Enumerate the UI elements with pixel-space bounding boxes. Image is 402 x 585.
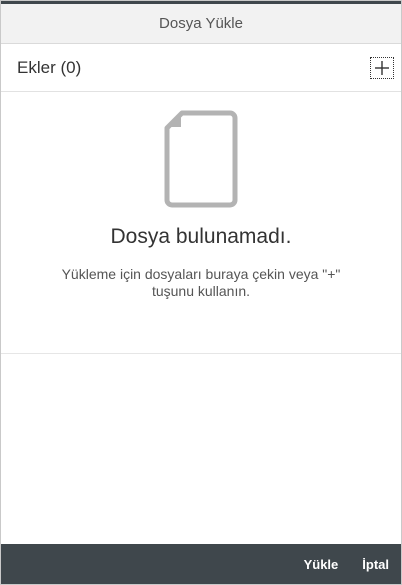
upload-dialog: Dosya Yükle Ekler (0) Dosya bulunamadı. … xyxy=(0,0,402,585)
attachments-heading: Ekler (0) xyxy=(17,57,82,77)
empty-state-title: Dosya bulunamadı. xyxy=(110,225,292,248)
dialog-title: Dosya Yükle xyxy=(159,15,243,32)
dialog-header: Dosya Yükle xyxy=(1,4,401,44)
cancel-button[interactable]: İptal xyxy=(362,557,389,572)
add-attachment-button[interactable] xyxy=(370,56,394,79)
attachments-toolbar: Ekler (0) xyxy=(1,44,401,92)
document-icon xyxy=(164,110,238,208)
empty-state-description: Yükleme için dosyaları buraya çekin veya… xyxy=(61,266,341,299)
drop-zone[interactable]: Dosya bulunamadı. Yükleme için dosyaları… xyxy=(1,93,401,354)
plus-icon xyxy=(375,60,389,75)
upload-button[interactable]: Yükle xyxy=(304,557,339,572)
dialog-footer: Yükle İptal xyxy=(1,544,401,584)
